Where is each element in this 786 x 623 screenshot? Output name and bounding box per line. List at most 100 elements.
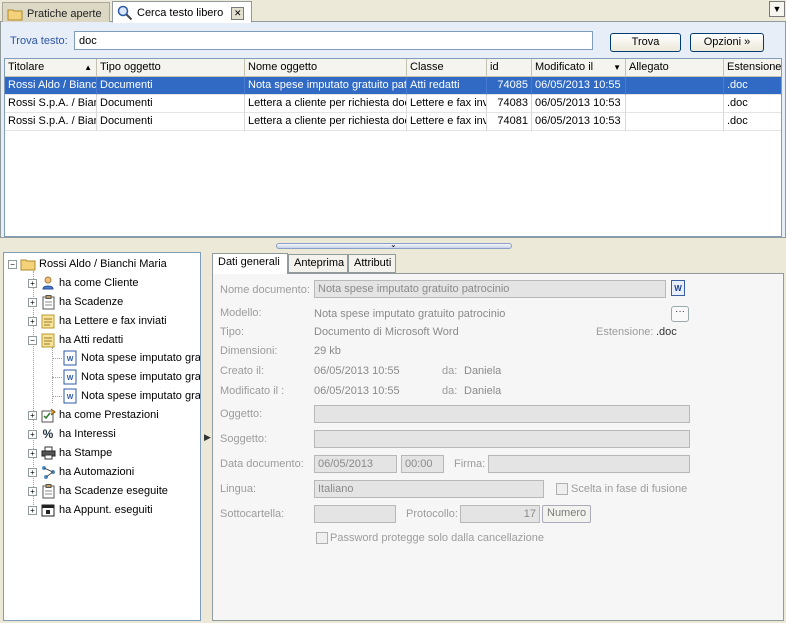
lingua-select[interactable]: Italiano	[314, 480, 544, 498]
options-button[interactable]: Opzioni »	[690, 33, 764, 52]
tab-dati-generali[interactable]: Dati generali	[212, 253, 288, 274]
firma-field[interactable]	[488, 455, 690, 473]
label-protocollo: Protocollo:	[406, 508, 458, 520]
label-creato-da: da:	[442, 365, 458, 377]
network-icon	[40, 464, 56, 480]
label-password: Password protegge solo dalla cancellazio…	[330, 532, 545, 544]
chevron-right-icon[interactable]: ▶	[204, 432, 211, 443]
tab-cerca-testo-libero[interactable]: Cerca testo libero ✕	[112, 1, 252, 23]
label-nome-documento: Nome documento:	[220, 284, 310, 296]
tab-strip: Pratiche aperte Cerca testo libero ✕ ▼	[0, 0, 786, 23]
tree-item[interactable]: − ha Atti redatti	[28, 331, 123, 349]
chevron-down-icon[interactable]: ▼	[769, 1, 785, 17]
chevron-down-icon[interactable]: ⌄	[390, 240, 397, 249]
tab-label: Cerca testo libero	[137, 7, 224, 19]
sottocartella-field[interactable]	[314, 505, 396, 523]
search-icon	[117, 5, 133, 21]
browse-button[interactable]: ···	[671, 306, 689, 322]
tree-item[interactable]: + % ha Interessi	[28, 425, 116, 443]
word-doc-icon: W	[62, 388, 78, 404]
collapse-icon[interactable]: −	[28, 335, 37, 345]
clipboard-icon	[40, 483, 56, 499]
tab-anteprima[interactable]: Anteprima	[288, 254, 348, 273]
modificato-data-value: 06/05/2013 10:55	[314, 385, 400, 397]
password-checkbox[interactable]	[316, 532, 328, 544]
tree-item-document[interactable]: W Nota spese imputato grat	[62, 368, 200, 386]
calendar-icon	[40, 502, 56, 518]
expand-icon[interactable]: +	[28, 316, 37, 326]
column-header-estensione[interactable]: Estensione	[724, 59, 781, 77]
label-firma: Firma:	[454, 458, 486, 470]
expand-icon[interactable]: +	[28, 486, 37, 496]
tree-item-document[interactable]: W Nota spese imputato grat	[62, 349, 200, 367]
label-lingua: Lingua:	[220, 483, 257, 495]
collapse-icon[interactable]: −	[8, 259, 17, 269]
expand-icon[interactable]: +	[28, 429, 37, 439]
oggetto-field[interactable]	[314, 405, 690, 423]
folder-doc-icon	[40, 332, 56, 348]
find-button[interactable]: Trova	[610, 33, 681, 52]
svg-text:W: W	[67, 356, 74, 363]
ora-documento-field[interactable]: 00:00	[401, 455, 444, 473]
column-header-id[interactable]: id	[487, 59, 532, 77]
expand-icon[interactable]: +	[28, 448, 37, 458]
word-doc-icon: W	[62, 369, 78, 385]
expand-icon[interactable]: +	[28, 278, 37, 288]
soggetto-field[interactable]	[314, 430, 690, 448]
label-modificato: Modificato il :	[220, 385, 285, 397]
label-scelta-fusione: Scelta in fase di fusione	[571, 483, 688, 495]
label-dimensioni: Dimensioni:	[220, 345, 278, 357]
modificato-da-value: Daniela	[464, 385, 502, 397]
numero-button[interactable]: Numero	[542, 505, 592, 523]
column-header-titolare[interactable]: Titolare ▲	[5, 59, 97, 77]
tree-item[interactable]: + ha Scadenze eseguite	[28, 482, 168, 500]
column-header-nome[interactable]: Nome oggetto	[245, 59, 407, 77]
search-label: Trova testo:	[10, 35, 68, 47]
tree-item[interactable]: + ha Appunt. eseguiti	[28, 501, 153, 519]
tree-item[interactable]: + ha Lettere e fax inviati	[28, 312, 167, 330]
column-header-modificato[interactable]: Modificato il ▼	[532, 59, 626, 77]
folder-doc-icon	[40, 313, 56, 329]
tree-item[interactable]: + ha Stampe	[28, 444, 112, 462]
label-oggetto: Oggetto:	[220, 408, 263, 420]
tab-pratiche-aperte[interactable]: Pratiche aperte	[2, 2, 110, 22]
column-header-allegato[interactable]: Allegato	[626, 59, 724, 77]
svg-text:W: W	[67, 394, 74, 401]
tab-attributi[interactable]: Attributi	[348, 254, 396, 273]
column-header-tipo[interactable]: Tipo oggetto	[97, 59, 245, 77]
tree-root[interactable]: − Rossi Aldo / Bianchi Maria	[8, 255, 167, 273]
label-modificato-da: da:	[442, 385, 458, 397]
expand-icon[interactable]: +	[28, 410, 37, 420]
close-icon[interactable]: ✕	[231, 6, 245, 20]
label-sottocartella: Sottocartella:	[220, 508, 285, 520]
label-soggetto: Soggetto:	[220, 433, 268, 445]
scelta-fusione-checkbox[interactable]	[556, 483, 568, 495]
printer-icon	[40, 445, 56, 461]
label-modello: Modello:	[220, 307, 262, 319]
search-input[interactable]	[74, 31, 593, 50]
word-doc-icon[interactable]: W	[671, 280, 685, 296]
tree-item[interactable]: + ha come Prestazioni	[28, 406, 159, 424]
tree-item[interactable]: + ha Automazioni	[28, 463, 134, 481]
tipo-value: Documento di Microsoft Word	[314, 326, 459, 338]
svg-text:W: W	[67, 375, 74, 382]
percent-icon: %	[42, 427, 54, 441]
data-documento-field[interactable]: 06/05/2013	[314, 455, 397, 473]
nome-documento-field[interactable]: Nota spese imputato gratuito patrocinio	[314, 280, 666, 298]
creato-da-value: Daniela	[464, 365, 502, 377]
dimensioni-value: 29 kb	[314, 345, 341, 357]
expand-icon[interactable]: +	[28, 297, 37, 307]
word-doc-icon: W	[62, 350, 78, 366]
tree-item-document[interactable]: W Nota spese imputato grat	[62, 387, 200, 405]
protocollo-field[interactable]: 17	[460, 505, 540, 523]
person-icon	[40, 275, 56, 291]
tree-view: − Rossi Aldo / Bianchi Maria + ha come C…	[3, 252, 201, 621]
tree-item[interactable]: + ha come Cliente	[28, 274, 139, 292]
tree-item[interactable]: + ha Scadenze	[28, 293, 123, 311]
expand-icon[interactable]: +	[28, 467, 37, 477]
expand-icon[interactable]: +	[28, 505, 37, 515]
label-data-documento: Data documento:	[220, 458, 304, 470]
column-header-classe[interactable]: Classe	[407, 59, 487, 77]
label-estensione: Estensione:	[596, 326, 654, 338]
creato-data-value: 06/05/2013 10:55	[314, 365, 400, 377]
